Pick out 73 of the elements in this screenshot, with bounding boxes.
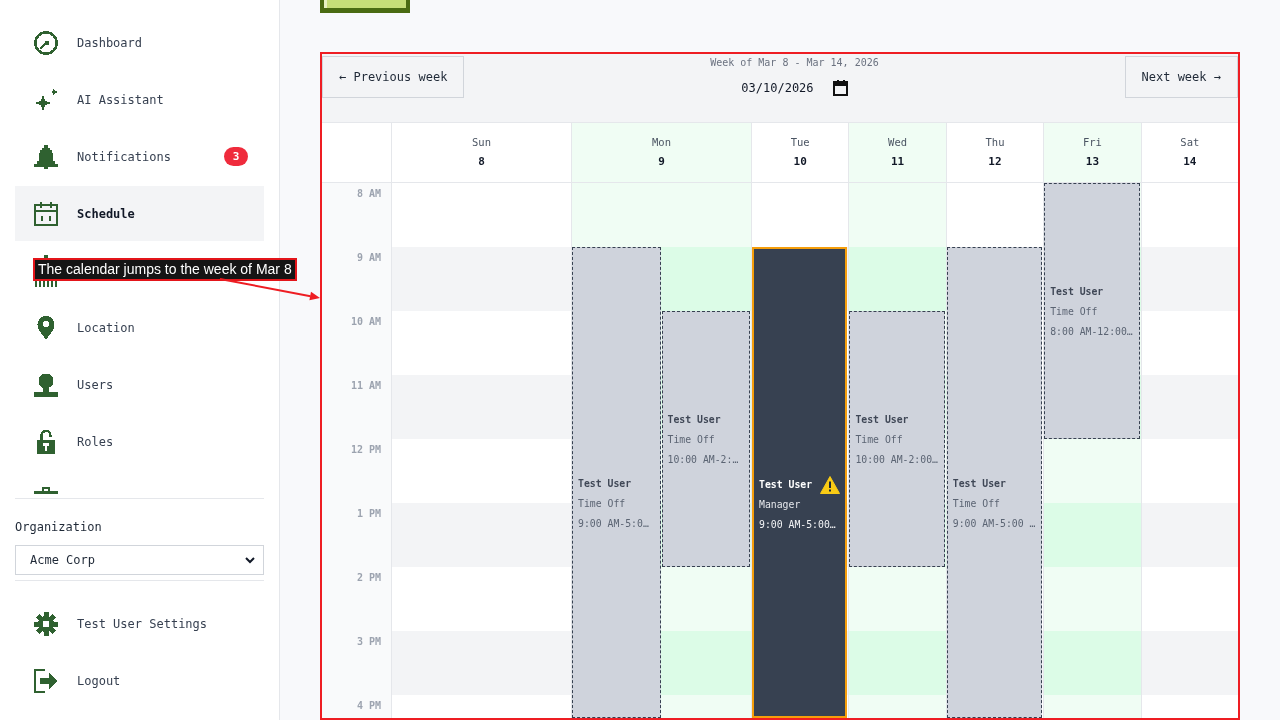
day-number: 13: [1085, 155, 1099, 169]
event-type: Time Off: [578, 497, 626, 511]
calendar-icon: [832, 80, 848, 96]
next-week-button[interactable]: Next week →: [1124, 56, 1238, 98]
user-icon: [34, 372, 58, 397]
event-time: 9:00 AM-5:00…: [759, 518, 836, 532]
time-label: 11 AM: [349, 379, 382, 393]
sidebar-item[interactable]: Notifications 3: [15, 129, 264, 184]
event-type: Time Off: [1050, 305, 1098, 319]
time-label: 2 PM: [355, 571, 382, 585]
time-off-event[interactable]: Test User Time Off 9:00 AM-5:00 …: [946, 247, 1043, 718]
shift-event[interactable]: Test User Manager 9:00 AM-5:00…: [752, 247, 848, 718]
sidebar-item[interactable]: Users: [15, 357, 264, 412]
sidebar-item[interactable]: Logout: [15, 653, 264, 708]
time-label: 12 PM: [349, 443, 382, 457]
date-field[interactable]: 03/10/2026: [741, 78, 848, 98]
event-title: Test User: [759, 478, 813, 492]
time-off-event[interactable]: Test User Time Off 10:00 AM-2:…: [661, 311, 750, 567]
previous-week-button[interactable]: ← Previous week: [322, 56, 465, 98]
notification-badge: 3: [224, 147, 248, 166]
calendar-icon: [34, 201, 58, 226]
day-name: Tue: [790, 135, 810, 149]
sidebar-item[interactable]: AI Assistant: [15, 72, 264, 127]
event-type: Time Off: [855, 433, 903, 447]
day-name: Wed: [888, 135, 908, 149]
event-time: 8:00 AM-12:00…: [1050, 325, 1133, 339]
bell-icon: [34, 144, 58, 169]
day-number: 14: [1183, 155, 1197, 169]
event-type: Time Off: [667, 433, 715, 447]
event-title: Test User: [1050, 285, 1104, 299]
time-label: 9 AM: [355, 251, 382, 265]
time-label: 10 AM: [349, 315, 382, 329]
day-number: 11: [890, 155, 905, 169]
annotation-tooltip: The calendar jumps to the week of Mar 8: [33, 258, 297, 281]
organization-select[interactable]: Acme Corp: [15, 545, 264, 575]
event-title: Test User: [667, 413, 721, 427]
sidebar-item[interactable]: Schedule: [15, 186, 264, 241]
unlocked-lock-icon: [34, 429, 58, 454]
organization-label: Organization: [15, 519, 102, 535]
week-title: Week of Mar 8 - Mar 14, 2026: [710, 56, 879, 70]
time-label: 3 PM: [355, 635, 382, 649]
gauge-icon: [34, 30, 58, 55]
event-time: 9:00 AM-5:00 …: [952, 517, 1036, 531]
time-off-event[interactable]: Test User Time Off 8:00 AM-12:00…: [1044, 183, 1140, 439]
sidebar-item[interactable]: Location: [15, 300, 264, 355]
sidebar-item[interactable]: Dashboard: [15, 15, 264, 70]
chevron-down-icon: [245, 556, 255, 564]
time-off-event[interactable]: Test User Time Off 10:00 AM-2:00…: [849, 311, 945, 567]
event-title: Test User: [578, 477, 632, 491]
sparkle-icon: [34, 87, 58, 112]
day-number: 9: [658, 155, 665, 169]
time-label: 8 AM: [355, 187, 382, 201]
time-label: 4 PM: [355, 699, 382, 713]
event-time: 10:00 AM-2:…: [667, 453, 739, 467]
event-type: Time Off: [952, 497, 1000, 511]
day-number: 8: [478, 155, 485, 169]
day-name: Thu: [985, 135, 1005, 149]
time-label: 1 PM: [355, 507, 382, 521]
event-type: Manager: [759, 498, 801, 512]
event-title: Test User: [855, 413, 909, 427]
day-number: 12: [988, 155, 1002, 169]
sidebar-item[interactable]: Test User Settings: [15, 596, 264, 651]
day-name: Fri: [1082, 135, 1102, 149]
day-number: 10: [793, 155, 807, 169]
event-time: 9:00 AM-5:0…: [578, 517, 649, 531]
logout-icon: [34, 668, 58, 693]
event-time: 10:00 AM-2:00…: [855, 453, 938, 467]
day-name: Sun: [472, 135, 491, 149]
time-off-event[interactable]: Test User Time Off 9:00 AM-5:0…: [572, 247, 661, 718]
sidebar-item[interactable]: Roles: [15, 414, 264, 469]
day-name: Mon: [652, 135, 671, 149]
day-name: Sat: [1180, 135, 1200, 149]
event-title: Test User: [952, 477, 1006, 491]
